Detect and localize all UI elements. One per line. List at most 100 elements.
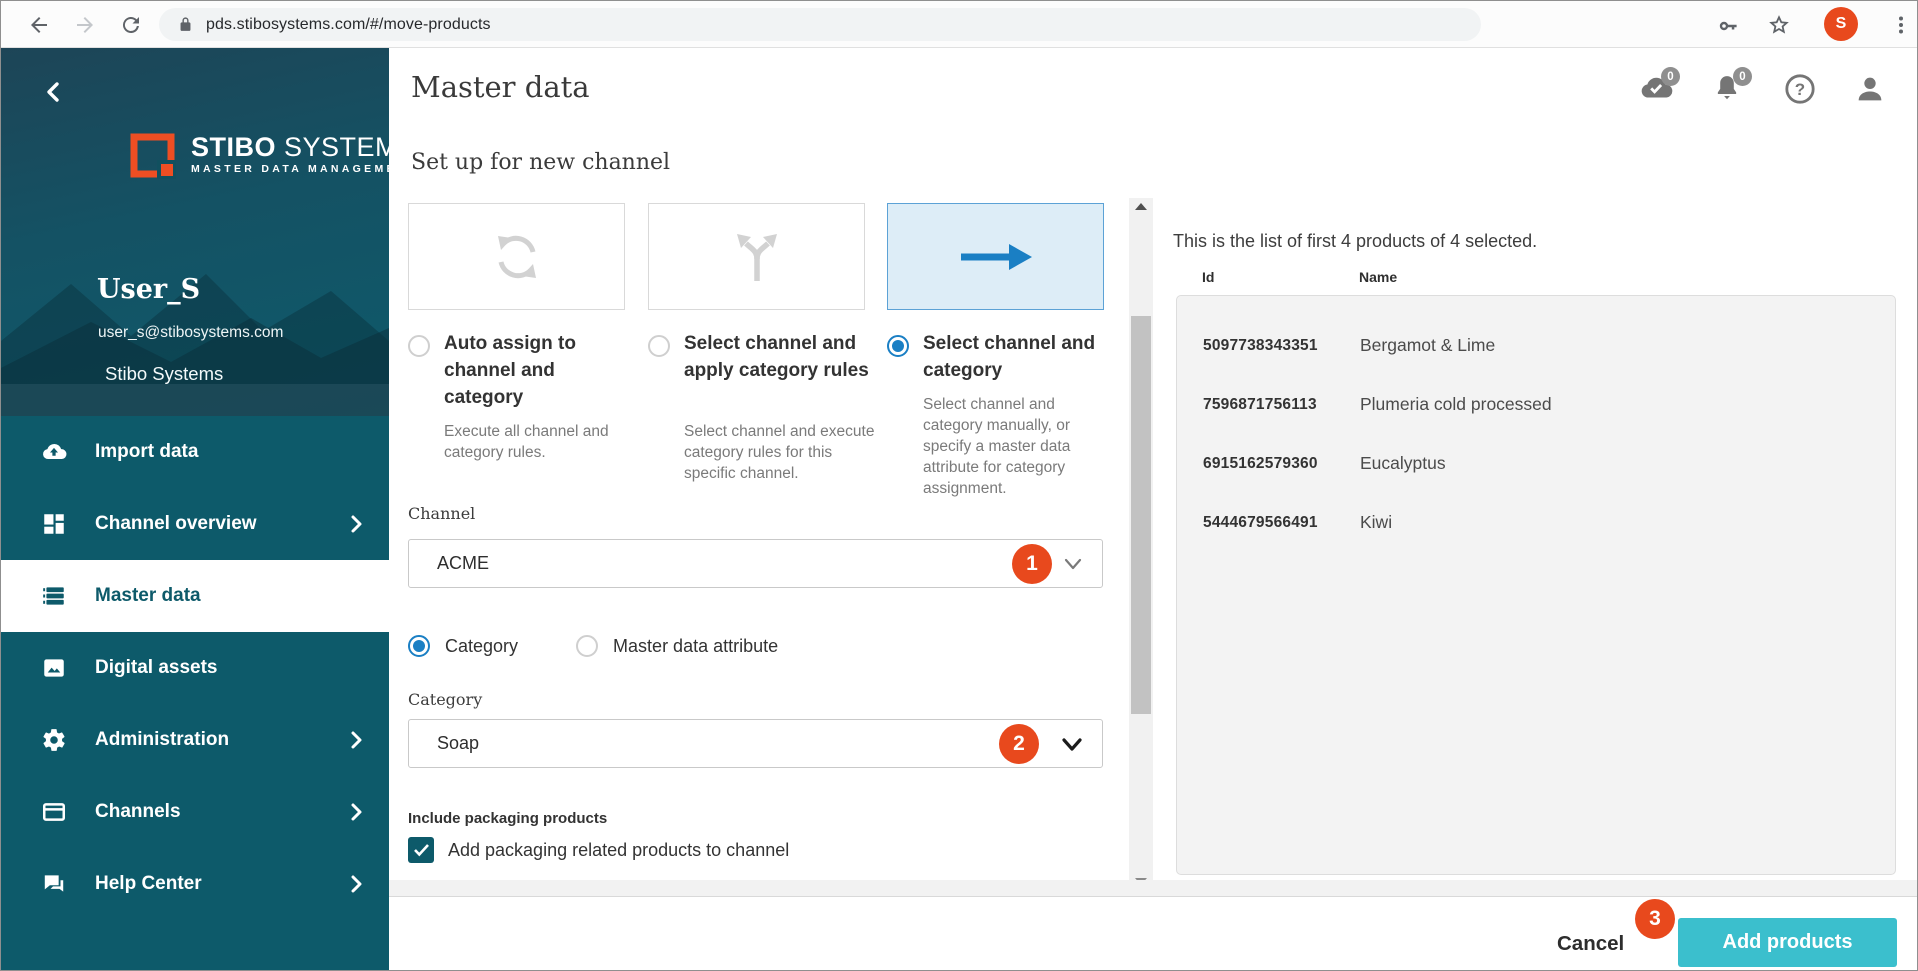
products-list: 5097738343351 Bergamot & Lime 7596871756…	[1176, 295, 1896, 875]
callout-2: 2	[999, 724, 1039, 764]
notifications-button[interactable]: 0	[1711, 72, 1745, 106]
account-button[interactable]	[1853, 72, 1887, 106]
packaging-checkbox-label: Add packaging related products to channe…	[448, 840, 789, 861]
back-icon[interactable]	[27, 13, 51, 37]
backdrop-strip	[389, 880, 1917, 896]
list-icon	[41, 583, 67, 609]
page-title: Master data	[411, 70, 590, 104]
sidebar-item-administration[interactable]: Administration	[1, 704, 389, 776]
sidebar-item-label: Import data	[95, 441, 198, 463]
cancel-button[interactable]: Cancel	[1557, 932, 1624, 956]
option-label: Select channel and apply category rules	[684, 330, 874, 384]
sync-badge: 0	[1661, 67, 1680, 86]
channel-select[interactable]: ACME 1	[408, 539, 1103, 588]
help-button[interactable]: ?	[1783, 72, 1817, 106]
product-id: 5097738343351	[1203, 337, 1318, 355]
chevron-down-icon	[1062, 555, 1084, 573]
cloud-upload-icon	[41, 439, 67, 465]
column-header-name: Name	[1359, 269, 1397, 285]
scroll-up-button[interactable]	[1129, 198, 1153, 215]
image-icon	[41, 655, 67, 681]
sync-status-button[interactable]: 0	[1639, 72, 1673, 106]
logo-subtitle: MASTER DATA MANAGEMENT	[191, 163, 389, 175]
radio-category[interactable]	[408, 635, 430, 657]
radio-category-label: Category	[445, 636, 518, 657]
sidebar-item-digital-assets[interactable]: Digital assets	[1, 632, 389, 704]
sidebar-item-master-data[interactable]: Master data	[1, 560, 389, 632]
wizard-subtitle: Set up for new channel	[411, 150, 670, 175]
chevron-right-icon	[349, 730, 363, 750]
packaging-section-label: Include packaging products	[408, 810, 607, 827]
category-select[interactable]: Soap 2	[408, 719, 1103, 768]
product-id: 5444679566491	[1203, 514, 1318, 532]
callout-3: 3	[1635, 899, 1675, 939]
user-organization: Stibo Systems	[105, 363, 223, 385]
sidebar-item-label: Master data	[95, 585, 201, 607]
main-content: Master data 0 0 ? Set up for new channel	[389, 48, 1917, 970]
logo-word-light: SYSTEMS	[284, 132, 389, 162]
option-label: Select channel and category	[923, 330, 1113, 384]
check-icon	[413, 843, 430, 857]
reload-icon[interactable]	[119, 13, 143, 37]
browser-toolbar: pds.stibosystems.com/#/move-products S	[1, 1, 1917, 48]
packaging-checkbox[interactable]	[408, 837, 434, 863]
chevron-right-icon	[349, 874, 363, 894]
sidebar-item-label: Digital assets	[95, 657, 218, 679]
browser-profile-avatar[interactable]: S	[1824, 7, 1858, 41]
option-label: Auto assign to channel and category	[444, 330, 634, 411]
browser-menu-icon[interactable]	[1889, 13, 1913, 37]
screen: pds.stibosystems.com/#/move-products S	[0, 0, 1918, 971]
channel-select-value: ACME	[437, 553, 489, 574]
wizard-pane: Auto assign to channel and category Sele…	[389, 198, 1129, 890]
sidebar-nav: Import data Channel overview Master data…	[1, 416, 389, 920]
product-name: Bergamot & Lime	[1360, 335, 1495, 356]
logo-word-bold: STIBO	[191, 132, 276, 162]
gear-icon	[41, 727, 67, 753]
address-bar[interactable]: pds.stibosystems.com/#/move-products	[159, 8, 1481, 41]
radio-select-channel-category[interactable]	[887, 335, 909, 357]
option-description: Execute all channel and category rules.	[444, 421, 639, 463]
option-card-select-channel-category[interactable]	[887, 203, 1104, 310]
category-field-label: Category	[408, 690, 482, 709]
option-card-apply-rules[interactable]	[648, 203, 865, 310]
option-card-auto-assign[interactable]	[408, 203, 625, 310]
sidebar-item-channels[interactable]: Channels	[1, 776, 389, 848]
product-name: Kiwi	[1360, 512, 1392, 533]
stibo-logo: STIBO SYSTEMS MASTER DATA MANAGEMENT	[129, 132, 389, 184]
radio-auto-assign[interactable]	[408, 335, 430, 357]
product-row: 5097738343351 Bergamot & Lime	[1177, 316, 1895, 375]
user-email: user_s@stibosystems.com	[98, 324, 283, 342]
grid-icon	[41, 511, 67, 537]
product-row: 6915162579360 Eucalyptus	[1177, 434, 1895, 493]
sidebar-item-label: Channel overview	[95, 513, 257, 535]
chevron-right-icon	[349, 802, 363, 822]
radio-apply-rules[interactable]	[648, 335, 670, 357]
sidebar-item-channel-overview[interactable]: Channel overview	[1, 488, 389, 560]
option-description: Select channel and execute category rule…	[684, 421, 879, 484]
column-header-id: Id	[1202, 269, 1214, 285]
sync-icon	[488, 228, 546, 286]
radio-master-data-attribute-label: Master data attribute	[613, 636, 778, 657]
product-row: 5444679566491 Kiwi	[1177, 493, 1895, 552]
bookmark-star-icon[interactable]	[1767, 13, 1791, 37]
sidebar: STIBO SYSTEMS MASTER DATA MANAGEMENT Use…	[1, 48, 389, 970]
channel-field-label: Channel	[408, 504, 475, 523]
category-select-value: Soap	[437, 733, 479, 754]
add-products-button[interactable]: Add products	[1678, 918, 1897, 967]
product-name: Eucalyptus	[1360, 453, 1446, 474]
wizard-scrollbar[interactable]	[1129, 198, 1153, 890]
sidebar-item-import-data[interactable]: Import data	[1, 416, 389, 488]
scrollbar-thumb[interactable]	[1131, 316, 1151, 714]
url-text[interactable]: pds.stibosystems.com/#/move-products	[206, 16, 491, 34]
products-intro-text: This is the list of first 4 products of …	[1173, 231, 1537, 252]
chat-icon	[41, 871, 67, 897]
sidebar-item-label: Administration	[95, 729, 229, 751]
sidebar-item-help-center[interactable]: Help Center	[1, 848, 389, 920]
collapse-sidebar-icon[interactable]	[43, 80, 63, 104]
sidebar-item-label: Help Center	[95, 873, 202, 895]
radio-master-data-attribute[interactable]	[576, 635, 598, 657]
key-icon[interactable]	[1717, 14, 1741, 38]
forward-icon[interactable]	[73, 13, 97, 37]
product-id: 7596871756113	[1203, 396, 1317, 414]
product-name: Plumeria cold processed	[1360, 394, 1552, 415]
